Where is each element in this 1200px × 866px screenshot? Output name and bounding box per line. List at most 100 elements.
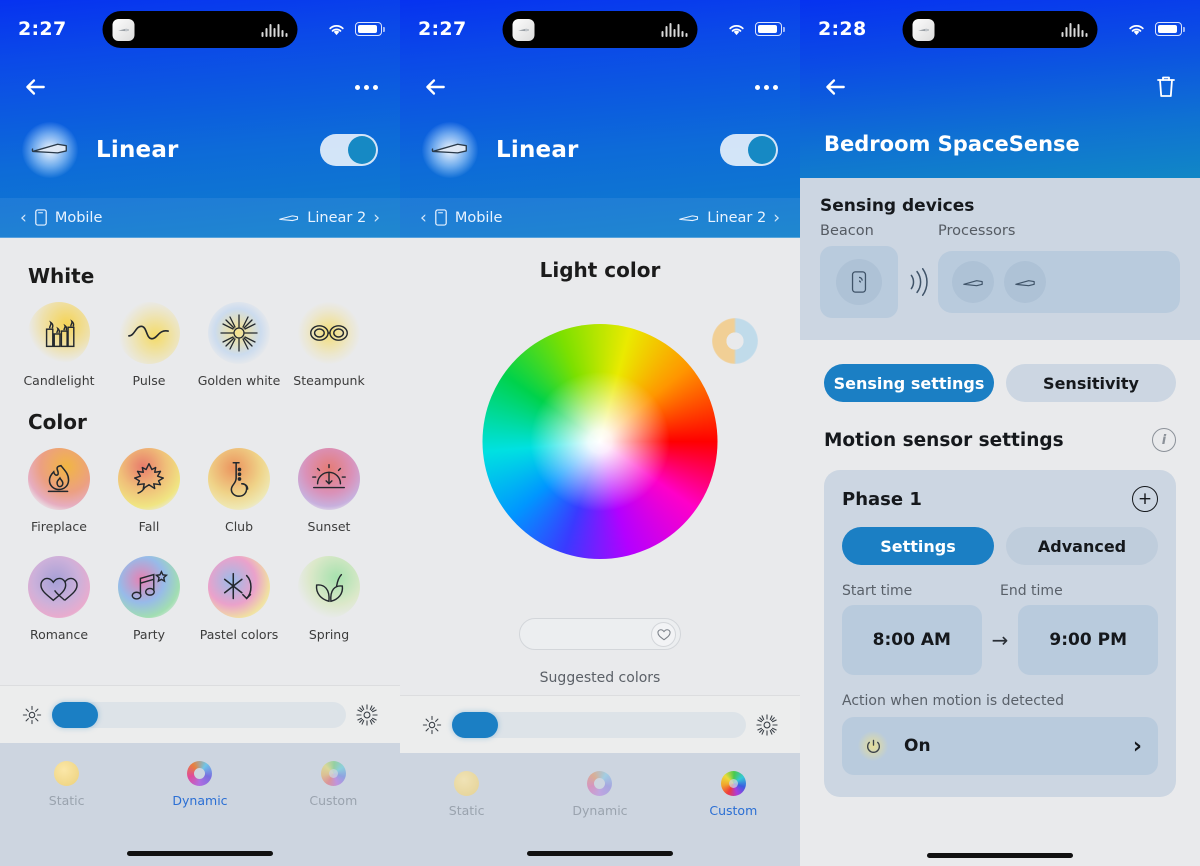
home-indicator (927, 853, 1073, 858)
scene-candlelight[interactable]: Candlelight (14, 302, 104, 388)
scene-grid-color-2: Romance Party Pastel colors Spring (0, 556, 400, 642)
subnav-left[interactable]: ‹ Mobile (20, 208, 102, 228)
tab-static[interactable]: Static (412, 771, 522, 866)
subnav-right[interactable]: Linear 2 › (278, 208, 380, 228)
device-row-1: Linear (0, 116, 400, 198)
scene-label: Golden white (197, 373, 281, 388)
dynamic-ring-icon (187, 761, 213, 786)
more-options-button[interactable] (755, 84, 778, 90)
candles-icon (28, 302, 90, 364)
scene-club[interactable]: Club (194, 448, 284, 534)
tab-static[interactable]: Static (12, 761, 122, 866)
light-bar-icon (22, 122, 78, 178)
beacon-card[interactable] (820, 246, 898, 318)
status-bar-2: 2:27 (400, 0, 800, 58)
start-time-field[interactable]: 8:00 AM (842, 605, 982, 675)
tab-custom[interactable]: Custom (278, 761, 388, 866)
power-toggle[interactable] (320, 134, 378, 166)
status-right (1127, 22, 1185, 37)
brightness-bar-2 (400, 695, 800, 753)
island-app-icon (912, 18, 935, 41)
island-audio-waveform (261, 23, 288, 37)
island-audio-waveform (661, 22, 688, 37)
status-right (327, 22, 385, 37)
device-row-2: Linear (400, 116, 800, 198)
scene-pastel-colors[interactable]: Pastel colors (194, 556, 284, 642)
scene-golden-white[interactable]: Golden white (194, 302, 284, 388)
static-dot-icon (454, 771, 480, 796)
scene-label: Sunset (307, 519, 351, 534)
wifi-icon (1129, 24, 1144, 35)
tab-custom[interactable]: Custom (678, 771, 788, 866)
tab-label: Dynamic (172, 793, 228, 808)
screen-spacesense: 2:28 Bedroom SpaceSense Sensing devices … (800, 0, 1200, 866)
segment-sensitivity[interactable]: Sensitivity (1006, 364, 1176, 402)
light-bar-icon (952, 261, 994, 303)
end-time-label: End time (1000, 583, 1063, 599)
heart-icon[interactable] (651, 621, 676, 647)
chevron-right-icon: › (773, 207, 780, 228)
subnav-right[interactable]: Linear 2 › (678, 208, 780, 228)
scene-label: Fall (138, 519, 160, 534)
scene-party[interactable]: Party (104, 556, 194, 642)
phone-icon (35, 209, 47, 226)
home-indicator (127, 851, 273, 856)
scene-romance[interactable]: Romance (14, 556, 104, 642)
back-arrow-icon[interactable] (22, 74, 48, 100)
time-row: 8:00 AM → 9:00 PM (842, 605, 1159, 675)
more-options-button[interactable] (355, 84, 378, 90)
phase-card: Phase 1 + Settings Advanced Start time E… (824, 470, 1176, 797)
trash-icon[interactable] (1154, 74, 1178, 100)
phone-icon (435, 209, 447, 226)
section-title-color: Color (28, 410, 87, 434)
action-row[interactable]: On › (842, 717, 1158, 775)
favorite-input[interactable] (519, 618, 681, 650)
sunburst-icon (208, 302, 270, 364)
brightness-slider[interactable] (452, 711, 746, 738)
scene-label: Spring (308, 627, 350, 642)
phase-tab-advanced[interactable]: Advanced (1006, 527, 1158, 565)
back-arrow-icon[interactable] (422, 74, 448, 100)
scene-fireplace[interactable]: Fireplace (14, 448, 104, 534)
back-arrow-icon[interactable] (822, 74, 848, 100)
start-time-label: Start time (842, 583, 913, 599)
sensing-sublabels: Beacon Processors (820, 223, 1180, 239)
page-title: Light color (539, 258, 661, 282)
color-wheel-picker[interactable] (482, 324, 718, 559)
scene-grid-color-1: Fireplace Fall Club Sunset (0, 448, 400, 534)
brightness-low-icon (22, 705, 42, 724)
status-bar-1: 2:27 (0, 0, 400, 58)
power-toggle[interactable] (720, 134, 778, 166)
end-time-field[interactable]: 9:00 PM (1018, 605, 1159, 675)
scene-sunset[interactable]: Sunset (284, 448, 374, 534)
two-hearts-icon (28, 556, 90, 618)
phase-segmented-control: Settings Advanced (842, 527, 1158, 565)
plus-circle-icon[interactable]: + (1132, 486, 1158, 512)
scene-fall[interactable]: Fall (104, 448, 194, 534)
info-icon[interactable]: i (1152, 428, 1176, 452)
scene-spring[interactable]: Spring (284, 556, 374, 642)
segment-sensing-settings[interactable]: Sensing settings (824, 364, 994, 402)
phase-tab-settings[interactable]: Settings (842, 527, 994, 565)
status-time: 2:27 (418, 18, 467, 40)
scene-grid-white: Candlelight Pulse Golden white Steampunk (0, 302, 400, 388)
device-name: Linear (496, 137, 579, 163)
brightness-slider[interactable] (52, 701, 346, 728)
favorite-row (400, 612, 800, 650)
scene-steampunk[interactable]: Steampunk (284, 302, 374, 388)
scene-pulse[interactable]: Pulse (104, 302, 194, 388)
status-time: 2:27 (18, 18, 67, 40)
scene-label: Candlelight (23, 373, 95, 388)
subnav-left[interactable]: ‹ Mobile (420, 208, 502, 228)
phase-title: Phase 1 (842, 488, 922, 510)
motion-sensor-settings-row: Motion sensor settings i (800, 402, 1200, 452)
processors-card[interactable] (938, 251, 1180, 313)
scene-label: Pulse (132, 373, 166, 388)
dynamic-island (902, 11, 1098, 48)
screen-scenes: 2:27 Linear ‹ Mobile Linear 2 › White Ca… (0, 0, 400, 866)
bottom-tab-bar-2: Static Dynamic Custom (400, 753, 800, 866)
bottom-tab-bar-1: Static Dynamic Custom (0, 743, 400, 866)
dynamic-island (102, 11, 298, 48)
light-bar-icon (679, 214, 699, 221)
warm-cool-toggle-icon[interactable] (712, 318, 758, 364)
